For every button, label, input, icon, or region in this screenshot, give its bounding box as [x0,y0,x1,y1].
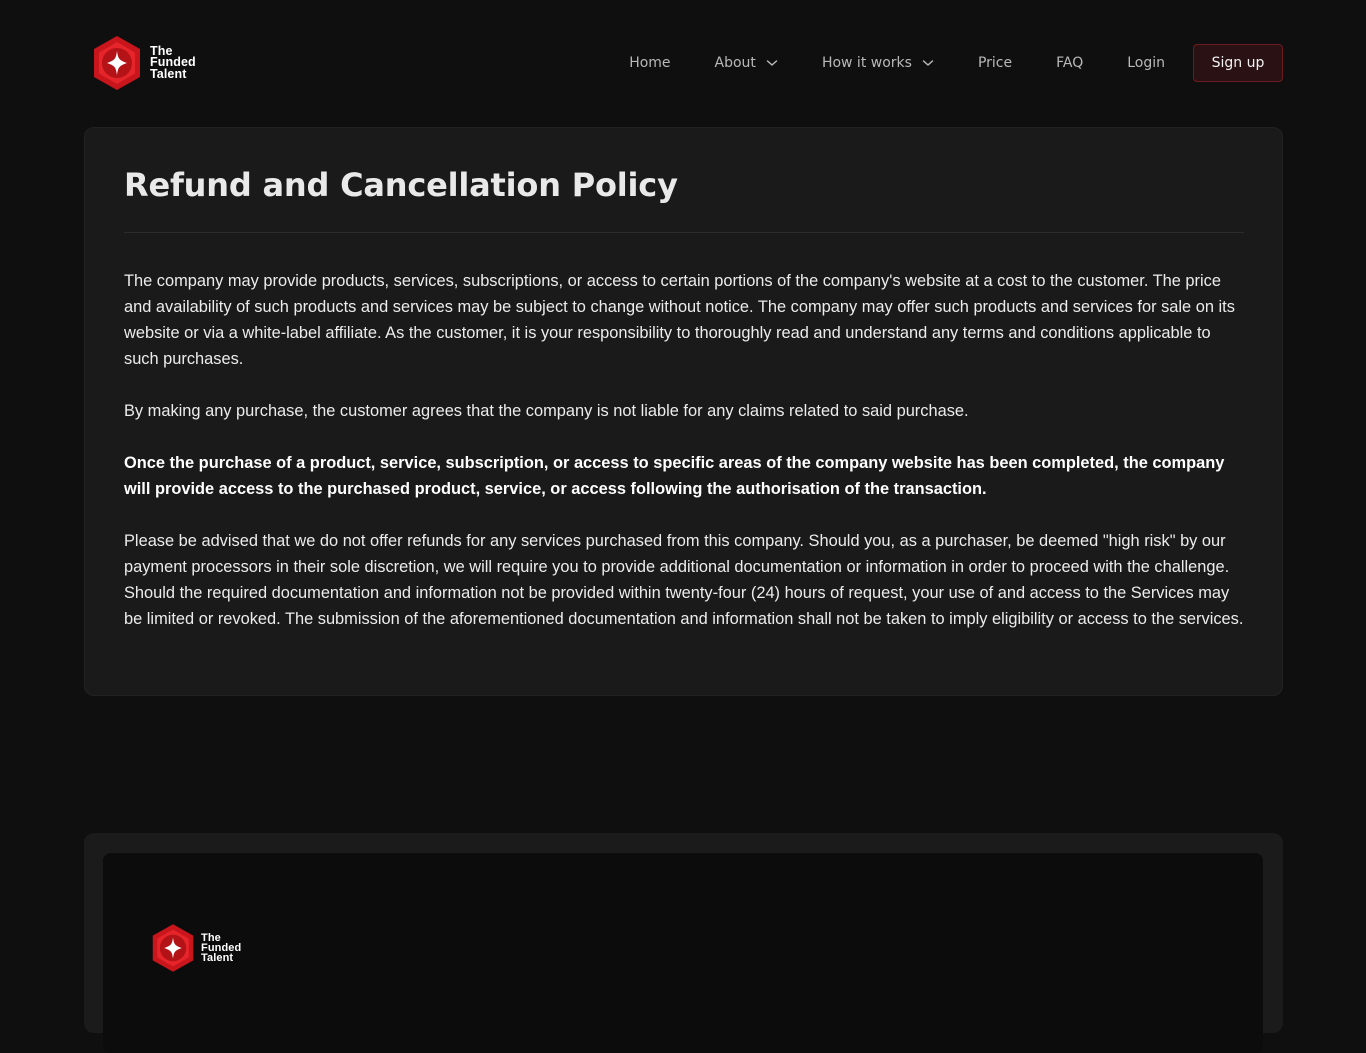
nav-about-label: About [714,55,756,71]
footer-brand-logo-link[interactable]: The Funded Talent [151,923,241,973]
site-header: The Funded Talent Home About How it work… [0,0,1366,124]
main-nav: Home About How it works Price FAQ Login … [629,44,1283,82]
nav-faq-link[interactable]: FAQ [1056,55,1083,71]
page-title: Refund and Cancellation Policy [124,166,678,204]
footer-panel: The Funded Talent [103,853,1263,1053]
brand-logo-link[interactable]: The Funded Talent [92,35,196,91]
nav-about-dropdown[interactable]: About [715,55,778,71]
brand-name-line: Talent [201,952,234,964]
chevron-down-icon [766,60,778,66]
policy-body: The company may provide products, servic… [124,268,1246,658]
site-footer: The Funded Talent [84,833,1283,1053]
chevron-down-icon [922,60,934,66]
brand-name: The Funded Talent [150,45,196,81]
policy-paragraph: The company may provide products, servic… [124,272,1235,368]
nav-how-it-works-dropdown[interactable]: How it works [822,55,934,71]
brand-name-line: Talent [150,66,187,81]
nav-home-link[interactable]: Home [629,55,670,71]
brand-logo-icon [152,924,194,972]
brand-logo-icon [94,36,140,90]
policy-paragraph: Please be advised that we do not offer r… [124,532,1244,628]
nav-login-link[interactable]: Login [1127,55,1165,71]
policy-paragraph-emphasis: Once the purchase of a product, service,… [124,454,1225,498]
policy-card: Refund and Cancellation Policy The compa… [84,127,1283,696]
nav-price-link[interactable]: Price [978,55,1012,71]
nav-how-it-works-label: How it works [821,55,912,71]
policy-paragraph: By making any purchase, the customer agr… [124,402,969,420]
title-divider [124,232,1244,233]
signup-button[interactable]: Sign up [1193,44,1283,82]
footer-brand-name: The Funded Talent [201,933,241,964]
